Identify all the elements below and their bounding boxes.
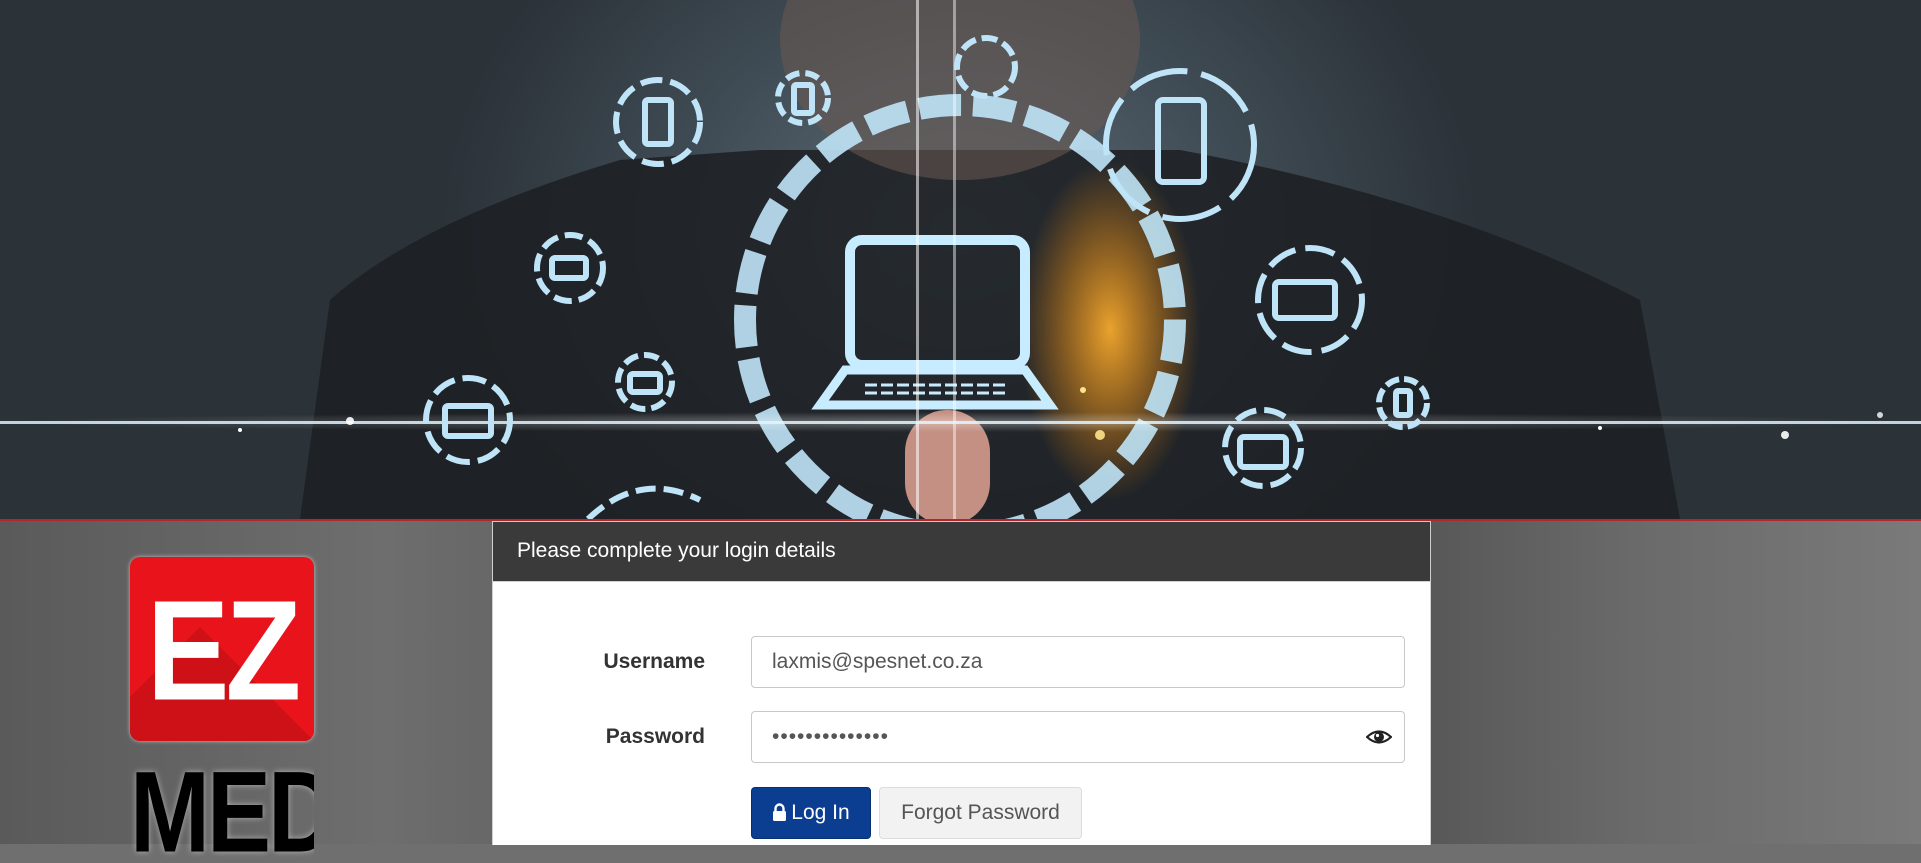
forgot-password-button[interactable]: Forgot Password [879, 787, 1082, 839]
username-label: Username [603, 650, 705, 673]
hero-illustration [0, 0, 1921, 519]
username-input[interactable] [751, 636, 1405, 688]
lock-icon [773, 803, 787, 821]
username-row: Username [493, 636, 1430, 690]
login-button-label: Log In [791, 801, 850, 824]
login-button[interactable]: Log In [751, 787, 871, 839]
ezmed-logo: EZ MED [130, 557, 314, 863]
logo-text-ez: EZ [146, 571, 301, 731]
logo-red-box: EZ [130, 557, 314, 741]
eye-icon[interactable] [1366, 725, 1392, 749]
panel-title: Please complete your login details [493, 522, 1430, 582]
password-input[interactable] [751, 711, 1405, 763]
login-panel: Please complete your login details Usern… [492, 521, 1431, 845]
password-label: Password [605, 725, 705, 748]
forgot-password-label: Forgot Password [901, 801, 1060, 824]
logo-text-med: MED [130, 748, 314, 863]
hero-banner [0, 0, 1921, 521]
password-row: Password [493, 711, 1430, 765]
